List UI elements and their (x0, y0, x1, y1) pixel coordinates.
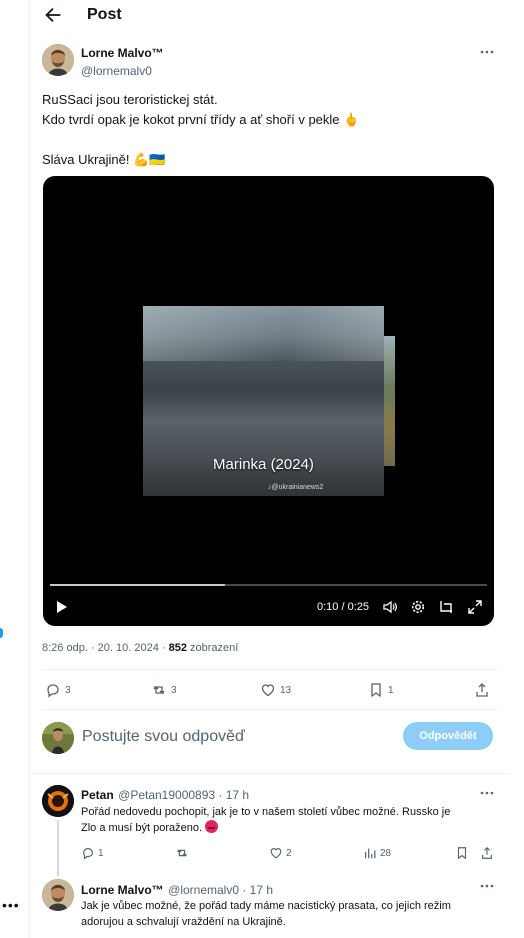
views-label: zobrazení (186, 642, 239, 654)
like-button[interactable]: 13 (260, 681, 291, 699)
video-watermark: ♪@ukrainianews2 (268, 484, 324, 491)
share-icon (476, 683, 488, 697)
settings-gear-icon[interactable] (410, 599, 426, 615)
video-player[interactable]: Marinka (2024) ♪@ukrainianews2 0:10 / 0:… (43, 176, 494, 626)
share-button[interactable] (480, 845, 494, 861)
video-thumbnail: Marinka (2024) ♪@ukrainianews2 (143, 306, 384, 496)
divider (30, 773, 510, 774)
heart-icon (270, 848, 282, 859)
video-progress-bar[interactable] (50, 584, 487, 586)
views-count: 852 (168, 642, 187, 654)
play-icon[interactable] (53, 599, 69, 615)
views-chart-icon (365, 848, 376, 859)
reply-text-line: adorujou a schvalují vraždění na Ukrajin… (81, 916, 286, 928)
post-text-line: Kdo tvrdí opak je kokot první třídy a ať… (42, 112, 360, 127)
reply-author-handle[interactable]: @lornemalv0 · 17 h (168, 883, 273, 897)
repost-button[interactable]: 3 (151, 681, 177, 699)
post-column: Post Lorne Malvo™ @lornemalv0 RuSSaci js… (30, 0, 510, 938)
picture-in-picture-icon[interactable] (438, 599, 454, 615)
video-thumbnail-edge (384, 336, 395, 466)
reply-header: Petan @Petan19000893 · 17 h (81, 786, 249, 804)
post-text-line (42, 130, 359, 150)
reply-icon (83, 848, 93, 860)
share-icon (482, 846, 492, 859)
more-options-icon[interactable] (479, 785, 495, 801)
left-nav-rail: ••• (0, 0, 30, 938)
share-button[interactable] (474, 681, 490, 699)
bookmark-button[interactable]: 1 (368, 681, 394, 699)
page-title: Post (87, 6, 122, 23)
repost-button[interactable] (175, 845, 189, 861)
views-count: 28 (380, 847, 392, 859)
reply-text-line: Pořád nedovedu pochopit, jak je to v naš… (81, 806, 451, 818)
reply-header: Lorne Malvo™ @lornemalv0 · 17 h (81, 881, 273, 899)
avatar[interactable] (42, 44, 74, 76)
reply-count: 1 (98, 847, 104, 859)
reply-author-handle[interactable]: @Petan19000893 · 17 h (118, 788, 249, 802)
video-time: 0:10 / 0:25 (317, 601, 369, 613)
post-meta: 8:26 odp. · 20. 10. 2024 · 852 zobrazení (42, 642, 238, 654)
heart-icon (261, 684, 275, 697)
more-options-icon[interactable] (479, 878, 495, 894)
bookmark-icon (457, 847, 467, 860)
reply-text-segment: Zlo a musí být poraženo. (81, 822, 206, 834)
views-button[interactable]: 28 (363, 845, 391, 861)
reply-icon (47, 684, 59, 698)
video-caption: Marinka (2024) (213, 456, 314, 473)
bookmark-count: 1 (388, 684, 394, 696)
divider (42, 709, 498, 710)
page-header: Post (30, 0, 510, 32)
more-options-icon[interactable] (479, 44, 495, 60)
reply-author-name[interactable]: Petan (81, 788, 114, 802)
divider (42, 669, 498, 670)
like-count: 2 (286, 847, 292, 859)
volume-icon[interactable] (382, 599, 398, 615)
avatar[interactable] (42, 722, 74, 754)
reply-compose-input[interactable]: Postujte svou odpověď (82, 728, 245, 746)
video-progress-fill (50, 584, 225, 586)
post-text-line: Sláva Ukrajině! 💪🇺🇦 (42, 152, 166, 167)
author-name[interactable]: Lorne Malvo™ (81, 46, 164, 60)
post-text-line: RuSSaci jsou teroristickej stát. (42, 92, 218, 107)
reply-submit-button[interactable]: Odpovědět (403, 722, 493, 750)
reply-text-line: Zlo a musí být poraženo. (81, 820, 450, 836)
repost-icon (153, 686, 165, 694)
reply-text: Pořád nedovedu pochopit, jak je to v naš… (81, 804, 450, 836)
back-arrow-icon[interactable] (42, 4, 64, 26)
repost-icon (177, 849, 187, 857)
reply-button[interactable]: 3 (45, 681, 71, 699)
like-count: 13 (280, 684, 292, 696)
reply-text-line: Jak je vůbec možné, že pořád tady máme n… (81, 900, 451, 912)
author-handle[interactable]: @lornemalv0 (81, 64, 152, 78)
fullscreen-icon[interactable] (467, 599, 483, 615)
like-button[interactable]: 2 (269, 845, 292, 861)
reply-count: 3 (65, 684, 71, 696)
more-options-icon[interactable]: ••• (2, 897, 20, 913)
post-timestamp[interactable]: 8:26 odp. · 20. 10. 2024 · (42, 642, 169, 654)
reply-author-name[interactable]: Lorne Malvo™ (81, 883, 164, 897)
repost-count: 3 (171, 684, 177, 696)
nav-indicator (0, 628, 3, 638)
thread-line (57, 820, 59, 876)
post-text: RuSSaci jsou teroristickej stát. Kdo tvr… (42, 90, 359, 170)
reply-button[interactable]: 1 (81, 845, 104, 861)
bookmark-button[interactable] (455, 845, 469, 861)
bookmark-icon (371, 683, 381, 698)
avatar[interactable] (42, 879, 74, 911)
reply-text: Jak je vůbec možné, že pořád tady máme n… (81, 898, 451, 930)
angry-face-emoji (205, 820, 219, 833)
avatar[interactable] (42, 785, 74, 817)
